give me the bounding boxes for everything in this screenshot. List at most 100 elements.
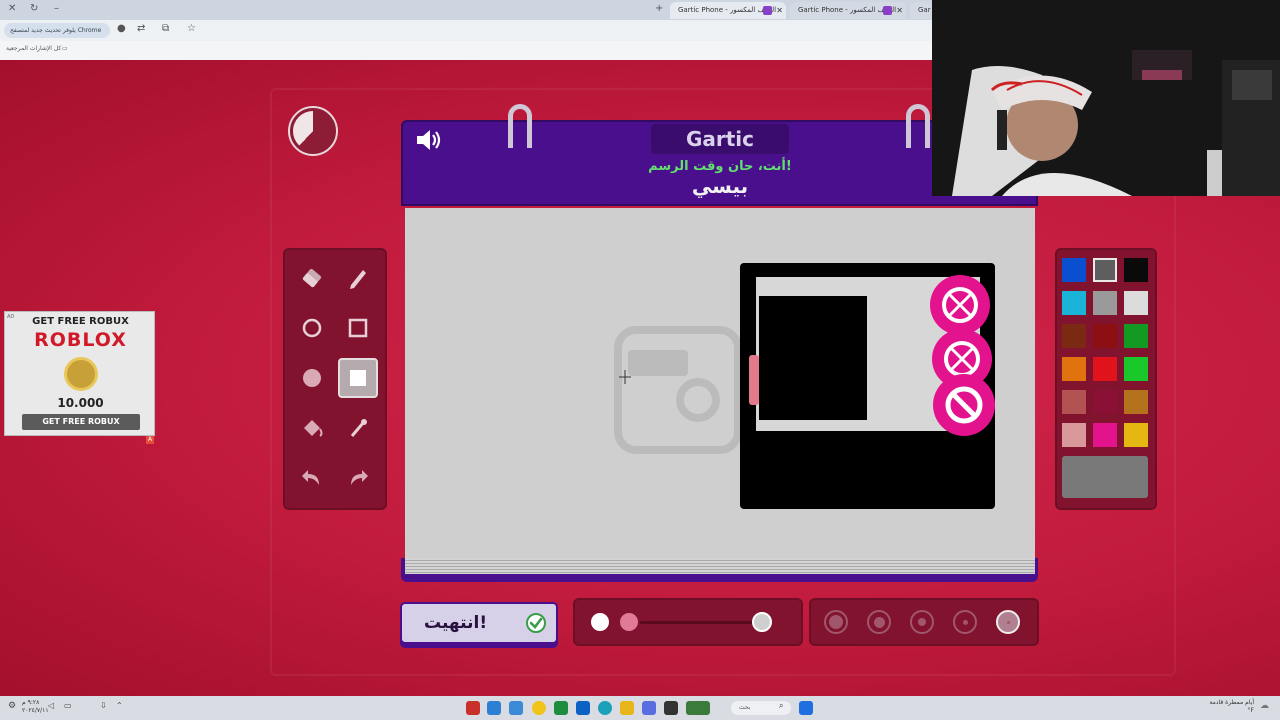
color-swatch[interactable] [1093, 258, 1117, 282]
color-swatch[interactable] [1093, 390, 1117, 414]
app-icon[interactable] [509, 701, 523, 715]
start-icon[interactable] [799, 701, 813, 715]
weather-icon: ☁ [1260, 701, 1269, 711]
notification-icon[interactable]: ⚙ [8, 701, 16, 711]
reload-icon[interactable]: ↻ [30, 3, 38, 14]
input-icon[interactable]: ⇩ [100, 701, 107, 710]
brush-size-dot-icon [873, 616, 885, 628]
color-swatch[interactable] [1062, 258, 1086, 282]
new-tab-button[interactable]: + [655, 3, 663, 14]
speaker-icon[interactable] [414, 127, 442, 153]
edge-icon[interactable] [598, 701, 612, 715]
color-swatch[interactable] [1062, 390, 1086, 414]
color-swatch[interactable] [1093, 324, 1117, 348]
chrome-icon[interactable] [532, 701, 546, 715]
clock[interactable]: ٩:٢٨ م ٢٠٢٤/٧/١١ [22, 699, 49, 715]
extensions-icon[interactable]: ⇄ [137, 23, 145, 34]
folder-icon: ▭ [62, 45, 68, 52]
robux-coin-icon [64, 357, 98, 391]
bucket-tool[interactable] [292, 408, 332, 448]
color-swatch[interactable] [1124, 423, 1148, 447]
brush-size-option[interactable] [953, 610, 977, 634]
tab-label: Gar [918, 6, 931, 14]
done-label: انتهيت! [424, 613, 488, 633]
browser-tab[interactable]: Gar [910, 2, 932, 19]
color-swatch[interactable] [1093, 291, 1117, 315]
outlook-icon[interactable] [576, 701, 590, 715]
brush-size-option[interactable] [867, 610, 891, 634]
brush-size-dot-icon [1006, 620, 1010, 624]
widget-icon[interactable] [686, 701, 710, 715]
pencil-icon [350, 270, 366, 289]
color-swatch[interactable] [1124, 258, 1148, 282]
color-swatch[interactable] [1062, 324, 1086, 348]
check-icon [526, 613, 546, 633]
ad-cta-button[interactable]: GET FREE ROBUX [22, 414, 140, 430]
explorer-icon[interactable] [620, 701, 634, 715]
browser-tab[interactable]: ✕ Gartic Phone - الهاتف المكسور [670, 2, 786, 19]
ellipse-fill-tool[interactable] [292, 358, 332, 398]
pencil-tool[interactable] [338, 258, 378, 298]
app-icon[interactable] [466, 701, 480, 715]
timer-icon [288, 106, 338, 156]
taskbar: ٩:٢٨ م ٢٠٢٤/٧/١١ ⚙ ◁ ▭ ⇩ ⌃ بحث ⌕ أيام ممط… [0, 696, 1280, 720]
undo-icon [302, 470, 319, 485]
square-filled-icon [350, 370, 366, 386]
app-icon[interactable] [487, 701, 501, 715]
color-swatch[interactable] [1062, 357, 1086, 381]
tab-close-icon[interactable]: ✕ [896, 2, 903, 19]
weather-text: أيام ممطرة قادمة [1209, 699, 1254, 706]
rect-fill-tool[interactable] [338, 358, 378, 398]
color-swatch[interactable] [1124, 324, 1148, 348]
notebook-pages [405, 558, 1035, 574]
tray-chevron-icon[interactable]: ⌃ [116, 701, 123, 710]
ad-choices-icon[interactable]: A [146, 436, 154, 444]
brush-size-option[interactable] [910, 610, 934, 634]
app-icon[interactable] [642, 701, 656, 715]
app-icon[interactable] [664, 701, 678, 715]
profile-icon[interactable]: ● [117, 23, 126, 34]
tab-close-icon[interactable]: ✕ [776, 2, 783, 19]
share-icon[interactable]: ⧉ [162, 23, 169, 34]
all-bookmarks-link[interactable]: كل الإشارات المرجعية [6, 45, 61, 52]
brush-size-option[interactable] [996, 610, 1020, 634]
opacity-slider-track[interactable] [640, 621, 762, 624]
opacity-slider-handle[interactable] [752, 612, 772, 632]
draw-word: بيسي [691, 174, 749, 198]
browser-tab[interactable]: ✕ Gartic Phone - الهاتف المكسور [790, 2, 906, 19]
search-label: بحث [739, 704, 751, 711]
bookmarks-bar: كل الإشارات المرجعية ▭ [0, 41, 932, 61]
eraser-tool[interactable] [292, 258, 332, 298]
close-window-icon[interactable]: ✕ [8, 3, 16, 14]
star-icon[interactable]: ☆ [187, 23, 196, 34]
color-swatch[interactable] [1124, 357, 1148, 381]
brush-size-option[interactable] [824, 610, 848, 634]
redo-tool[interactable] [338, 458, 378, 498]
color-swatch[interactable] [1062, 423, 1086, 447]
browser-tab-bar: ✕ ↻ – + ✕ Gartic Phone - الهاتف المكسور … [0, 0, 932, 20]
color-swatch[interactable] [1093, 357, 1117, 381]
ad-title: GET FREE ROBUX [32, 316, 129, 327]
gartic-logo: Gartic [651, 124, 789, 154]
roblox-ad[interactable]: AD GET FREE ROBUX ROBLOX 10.000 GET FREE… [4, 311, 155, 436]
undo-tool[interactable] [292, 458, 332, 498]
user-drawing [740, 263, 995, 509]
minimize-icon[interactable]: – [54, 3, 59, 14]
color-swatch[interactable] [1124, 390, 1148, 414]
chrome-update-button[interactable]: يلوفر تحديث جديد لمتصفح Chrome [4, 23, 110, 38]
app-icon[interactable] [554, 701, 568, 715]
color-swatch[interactable] [1062, 291, 1086, 315]
network-icon[interactable]: ▭ [64, 701, 72, 710]
ellipse-outline-tool[interactable] [292, 308, 332, 348]
volume-icon[interactable]: ◁ [48, 701, 54, 710]
ad-amount: 10.000 [57, 396, 104, 410]
weather-widget[interactable]: أيام ممطرة قادمة °F [1194, 699, 1254, 715]
color-swatch[interactable] [1093, 423, 1117, 447]
color-swatch[interactable] [1124, 291, 1148, 315]
eyedropper-tool[interactable] [338, 408, 378, 448]
circle-outline-icon [302, 318, 322, 338]
opacity-min-icon [591, 613, 609, 631]
paint-bucket-icon [304, 420, 323, 437]
rect-outline-tool[interactable] [338, 308, 378, 348]
done-button[interactable]: انتهيت! [400, 602, 558, 644]
